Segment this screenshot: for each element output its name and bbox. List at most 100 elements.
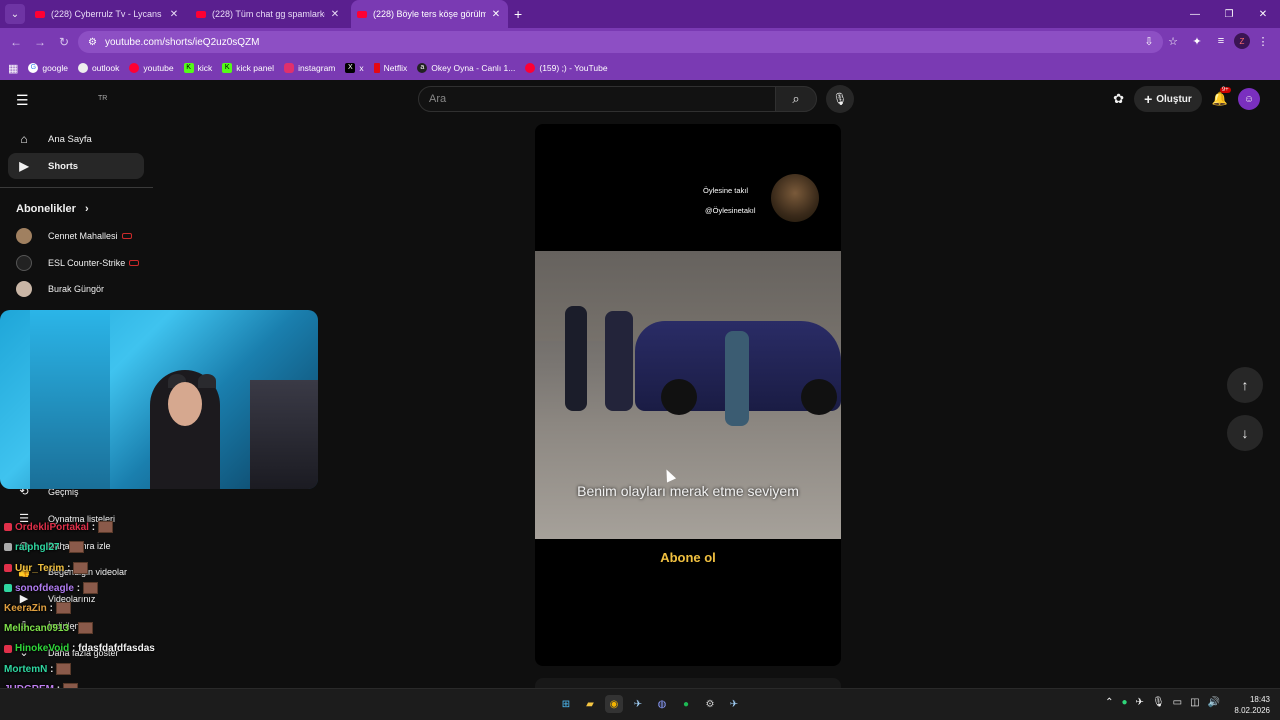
youtube-icon <box>525 63 536 73</box>
netflix-icon <box>373 63 380 73</box>
bookmark-youtube-2[interactable]: (159) ;) - YouTube <box>525 63 608 73</box>
url-field[interactable]: ⚙ youtube.com/shorts/ieQ2uz0sQZM <box>78 31 1163 53</box>
bookmark-kick[interactable]: Kkick <box>183 63 212 73</box>
menu-icon[interactable]: ☰ <box>16 92 29 109</box>
subscription-item[interactable]: Cennet Mahallesi <box>16 228 132 244</box>
arrow-down-icon: ↓ <box>1241 425 1249 441</box>
chevron-right-icon: › <box>84 203 89 215</box>
profile-avatar[interactable]: Z <box>1234 33 1250 49</box>
create-button[interactable]: + Oluştur <box>1134 86 1202 112</box>
search-button[interactable]: ⌕ <box>775 86 817 112</box>
close-window-icon[interactable]: ✕ <box>1246 0 1280 28</box>
close-tab-icon[interactable]: ✕ <box>490 9 502 20</box>
chat-badge-icon <box>4 644 12 653</box>
chevron-up-icon[interactable]: ⌃ <box>1105 697 1113 708</box>
chat-line: Uur_Terim : <box>4 562 89 574</box>
windows-start-icon[interactable]: ⊞ <box>557 695 575 713</box>
restore-icon[interactable]: ❐ <box>1212 0 1246 28</box>
okey-icon: a <box>417 63 428 73</box>
microphone-icon[interactable]: 🎙 <box>1152 697 1165 708</box>
bookmark-star-icon[interactable]: ☆ <box>1162 30 1184 52</box>
site-info-icon[interactable]: ⚙ <box>88 37 97 48</box>
search-input[interactable]: Ara <box>418 86 776 112</box>
taskbar-clock[interactable]: 18:43 8.02.2026 <box>1234 694 1270 716</box>
back-icon[interactable]: ← <box>4 30 28 54</box>
x-icon: X <box>345 63 356 73</box>
browser-tab-3[interactable]: (228) Böyle ters köşe görülmed ✕ <box>351 0 508 28</box>
steam-tray-icon[interactable]: ✈ <box>1136 697 1144 708</box>
bookmark-youtube[interactable]: youtube <box>129 63 174 73</box>
shorts-icon: ▶ <box>19 159 29 173</box>
notification-badge: 9+ <box>1219 87 1231 93</box>
chat-emote-icon <box>78 622 94 634</box>
tray-app-icon[interactable]: ● <box>1122 697 1128 708</box>
youtube-icon <box>196 10 206 18</box>
bookmark-kick-panel[interactable]: Kkick panel <box>222 63 274 73</box>
forward-icon[interactable]: → <box>28 30 52 54</box>
channel-avatar <box>16 228 32 244</box>
subscribe-overlay-text: Abone ol <box>660 550 716 565</box>
plus-icon: + <box>1144 91 1153 107</box>
sidebar-item-home[interactable]: ⌂ Ana Sayfa <box>8 126 144 152</box>
shorts-player[interactable]: Öylesine takıl @Öylesinetakıl Benim olay… <box>535 124 841 666</box>
chat-badge-icon <box>4 564 12 572</box>
tab-title: (228) Cyberrulz Tv - Lycans - [e <box>51 9 164 19</box>
system-tray: ⌃ ● ✈ 🎙 ▭ ◫ 🔊 <box>1105 697 1220 708</box>
close-tab-icon[interactable]: ✕ <box>168 9 180 20</box>
spotify-icon[interactable]: ● <box>677 695 695 713</box>
clock-date: 8.02.2026 <box>1234 706 1270 715</box>
outlook-icon <box>77 63 88 73</box>
subscription-item[interactable]: Burak Güngör <box>16 281 104 297</box>
volume-icon[interactable]: 🔊 <box>1208 697 1220 708</box>
more-menu-icon[interactable]: ⋮ <box>1252 30 1274 52</box>
chat-badge-icon <box>4 584 12 592</box>
steam-icon[interactable]: ✈ <box>725 695 743 713</box>
steam-icon[interactable]: ✈ <box>629 695 647 713</box>
network-icon[interactable]: ◫ <box>1190 697 1199 708</box>
region-code: TR <box>98 95 108 102</box>
minimize-icon[interactable]: — <box>1178 0 1212 28</box>
install-icon[interactable]: ⇩ <box>1138 30 1160 52</box>
header-actions: ✿ + Oluştur 🔔 9+ ☺ <box>1113 86 1260 112</box>
bookmark-netflix[interactable]: Netflix <box>373 63 407 73</box>
tab-search-button[interactable]: ⌄ <box>5 4 25 24</box>
sidebar-item-label: Shorts <box>48 160 79 172</box>
sidebar-item-shorts[interactable]: ▶ Shorts <box>8 153 144 179</box>
extensions-icon[interactable]: ✦ <box>1186 30 1208 52</box>
browser-tab-1[interactable]: (228) Cyberrulz Tv - Lycans - [e ✕ <box>29 0 186 28</box>
webcam-chair <box>250 380 318 489</box>
bookmark-x[interactable]: Xx <box>345 63 364 73</box>
close-tab-icon[interactable]: ✕ <box>329 9 341 20</box>
new-tab-button[interactable]: + <box>514 6 522 22</box>
voice-search-button[interactable]: 🎙 <box>826 85 854 113</box>
previous-short-button[interactable]: ↑ <box>1227 367 1263 403</box>
bookmark-outlook[interactable]: outlook <box>77 63 119 73</box>
chat-line: sonofdeagle : <box>4 582 99 594</box>
bookmark-google[interactable]: Ggoogle <box>28 63 68 73</box>
media-icon[interactable]: ≡ <box>1210 30 1232 52</box>
account-avatar[interactable]: ☺ <box>1238 88 1260 110</box>
bookmark-okey[interactable]: a Okey Oyna - Canlı 1... <box>417 63 515 73</box>
chrome-icon[interactable]: ◉ <box>605 695 623 713</box>
next-short-button[interactable]: ↓ <box>1227 415 1263 451</box>
video-channel-handle: @Öylesinetakıl <box>705 206 756 215</box>
subscriptions-heading[interactable]: Abonelikler › <box>16 203 89 215</box>
browser-tab-2[interactable]: (228) Tüm chat gg spamlarken.. ✕ <box>190 0 347 28</box>
apps-icon[interactable]: ▦ <box>8 62 18 75</box>
reload-icon[interactable]: ↻ <box>52 30 76 54</box>
chat-line: MortemN : <box>4 663 72 675</box>
streamer-face <box>168 382 202 426</box>
bookmarks-bar: ▦ Ggoogle outlook youtube Kkick Kkick pa… <box>0 56 1280 80</box>
discord-icon[interactable]: ◍ <box>653 695 671 713</box>
bell-icon: 🔔 <box>1211 91 1228 106</box>
settings-icon[interactable]: ⚙ <box>701 695 719 713</box>
subscription-item[interactable]: ESL Counter-Strike <box>16 255 140 271</box>
file-explorer-icon[interactable]: ▰ <box>581 695 599 713</box>
studio-icon[interactable]: ✿ <box>1113 91 1124 107</box>
youtube-icon <box>129 63 140 73</box>
display-icon[interactable]: ▭ <box>1173 697 1182 708</box>
notifications-button[interactable]: 🔔 9+ <box>1211 87 1231 107</box>
toolbar-actions: ⇩ ☆ ✦ ≡ Z ⋮ <box>1138 30 1274 52</box>
bookmark-instagram[interactable]: instagram <box>284 63 335 73</box>
video-frame: Benim olayları merak etme seviyem <box>535 251 841 539</box>
